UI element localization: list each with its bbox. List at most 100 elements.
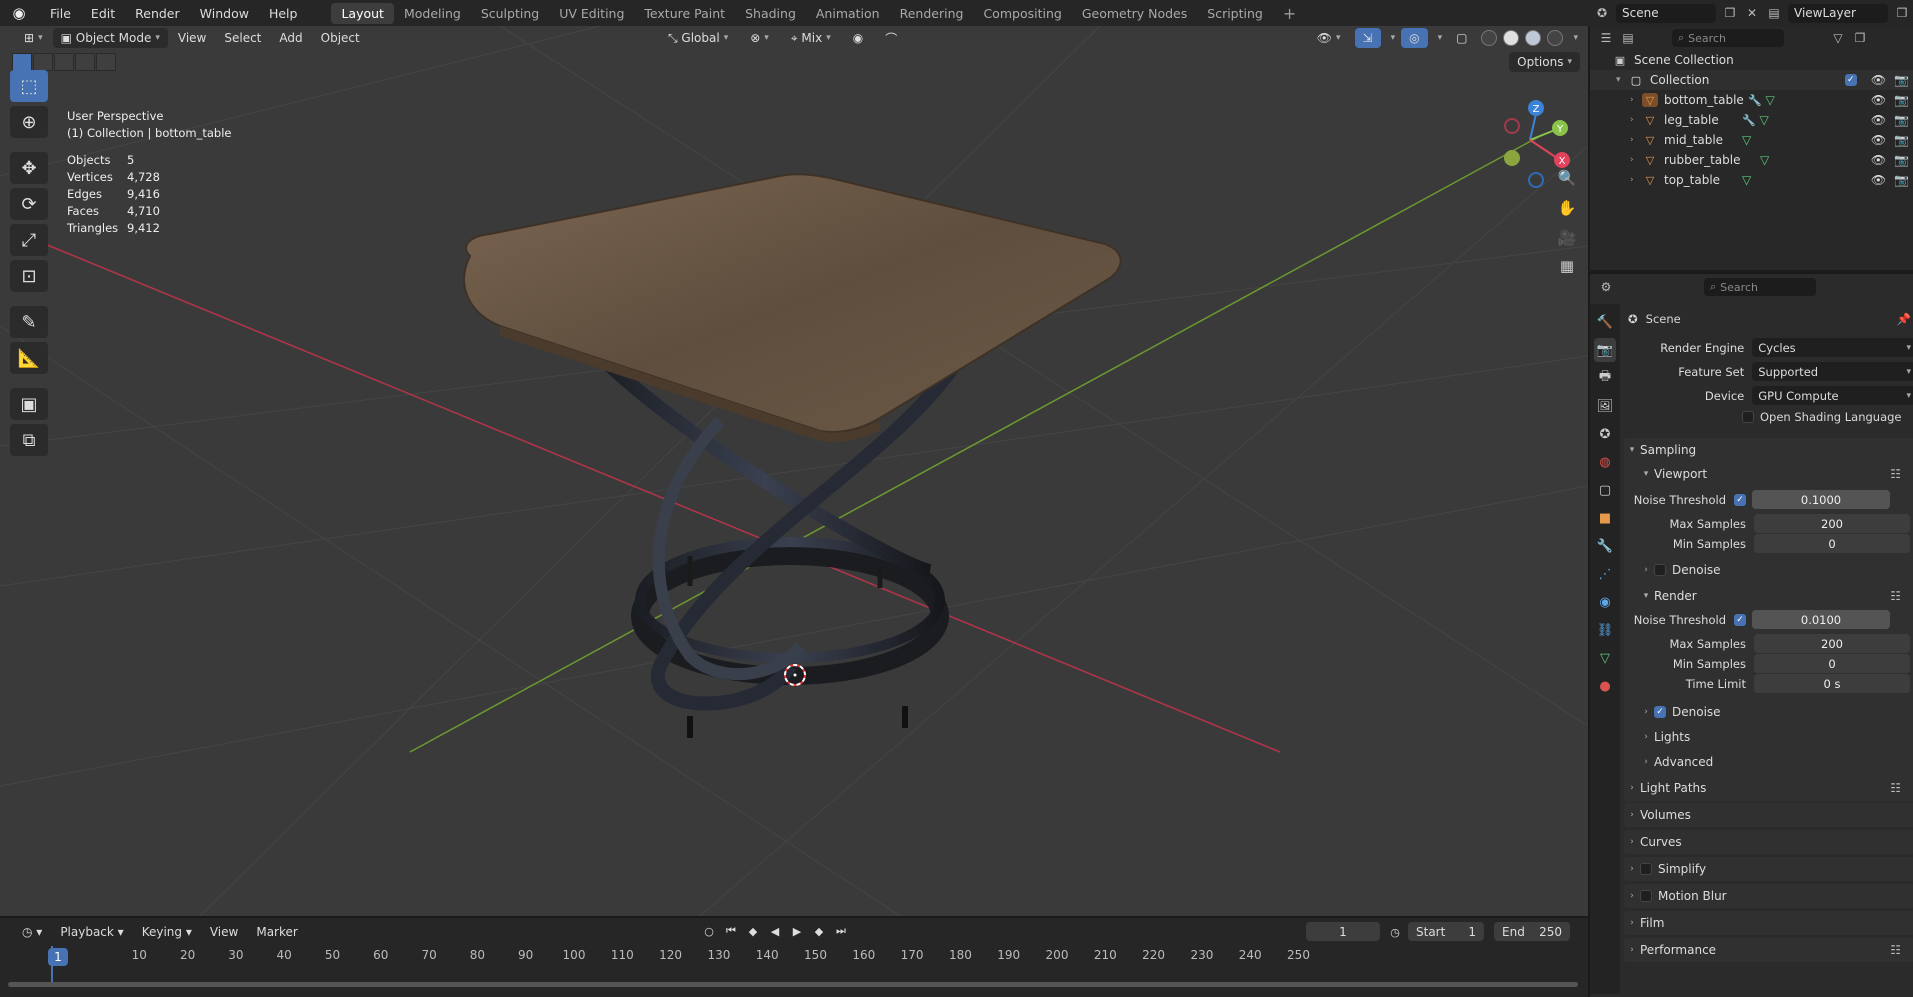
advanced-subpanel-header[interactable]: › Advanced — [1624, 750, 1913, 774]
modifier-wrench-icon[interactable]: 🔧 — [1742, 114, 1756, 127]
select-extend-icon[interactable] — [33, 53, 53, 71]
noise-threshold-checkbox[interactable]: ✓ — [1734, 493, 1746, 506]
add-cube-tool-icon[interactable]: ▣ — [10, 388, 48, 420]
viewport-denoise-checkbox[interactable] — [1654, 564, 1666, 576]
neg-x-axis-handle[interactable] — [1504, 118, 1520, 134]
data-tab-icon[interactable]: ▽ — [1594, 646, 1616, 670]
outliner-scene-collection[interactable]: ▣ Scene Collection — [1590, 50, 1913, 70]
tab-scripting[interactable]: Scripting — [1197, 3, 1273, 24]
prev-keyframe-icon[interactable]: ◆ — [744, 922, 762, 940]
display-mode-icon[interactable]: ▤ — [1620, 30, 1636, 46]
rendered-shading-icon[interactable] — [1547, 30, 1564, 46]
menu-help[interactable]: Help — [259, 6, 308, 21]
menu-marker[interactable]: Marker — [248, 925, 305, 939]
scale-tool-icon[interactable]: ⤢ — [10, 224, 48, 256]
viewport-denoise-header[interactable]: › Denoise — [1624, 558, 1913, 582]
jump-start-icon[interactable]: ⏮ — [722, 922, 740, 940]
overlay-toggle-icon[interactable]: ◎ — [1401, 28, 1428, 48]
zoom-icon[interactable]: 🔍 — [1554, 166, 1580, 190]
orientation-dropdown[interactable]: ⤡ Global ▾ — [660, 28, 736, 48]
blender-logo-icon[interactable]: ◉ — [8, 4, 30, 22]
snap-dropdown[interactable]: ⌖ Mix ▾ — [783, 28, 839, 48]
simplify-panel-header[interactable]: › Simplify — [1624, 857, 1913, 881]
render-engine-dropdown[interactable]: Cycles ▾ — [1752, 338, 1913, 357]
render-denoise-header[interactable]: › ✓ Denoise — [1624, 700, 1913, 724]
osl-checkbox[interactable] — [1742, 411, 1754, 423]
wireframe-shading-icon[interactable] — [1481, 30, 1498, 46]
add-workspace-icon[interactable]: + — [1273, 4, 1306, 23]
outliner-object-row[interactable]: › ▽ top_table ▽ 👁 📷 — [1590, 170, 1913, 190]
gizmo-toggle-icon[interactable]: ⇲ — [1354, 28, 1381, 48]
mesh-data-icon[interactable]: ▽ — [1742, 133, 1751, 147]
ortho-grid-icon[interactable]: ▦ — [1554, 254, 1580, 278]
new-view-layer-icon[interactable]: ❐ — [1894, 5, 1910, 21]
render-max-samples-field[interactable]: 200 — [1754, 634, 1910, 653]
visibility-eye-icon[interactable]: 👁 — [1871, 113, 1886, 127]
proportional-edit-icon[interactable]: ◉ — [845, 28, 871, 48]
scene-tab-icon[interactable]: ✪ — [1594, 422, 1616, 446]
timeline-scrollbar[interactable] — [8, 982, 1578, 987]
simplify-checkbox[interactable] — [1640, 863, 1652, 875]
move-tool-icon[interactable]: ✥ — [10, 152, 48, 184]
pan-hand-icon[interactable]: ✋ — [1554, 196, 1580, 220]
physics-tab-icon[interactable]: ◉ — [1594, 590, 1616, 614]
render-camera-icon[interactable]: 📷 — [1894, 113, 1909, 127]
frame-ruler[interactable]: 1102030405060708090100110120130140150160… — [6, 948, 1580, 972]
playhead-frame-label[interactable]: 1 — [48, 948, 68, 966]
new-collection-icon[interactable]: ❐ — [1852, 30, 1868, 46]
menu-view[interactable]: View — [170, 28, 214, 48]
menu-keying[interactable]: Keying ▾ — [134, 925, 200, 939]
outliner-collection[interactable]: ▾ ▢ Collection ✓ 👁 📷 — [1590, 70, 1913, 90]
neg-z-axis-handle[interactable] — [1528, 172, 1544, 188]
collapse-arrow-icon[interactable]: ▾ — [1616, 75, 1628, 85]
tool-tab-icon[interactable]: 🔨 — [1594, 310, 1616, 334]
visibility-eye-icon[interactable]: 👁 — [1871, 73, 1886, 87]
render-tab-icon[interactable]: 📷 — [1594, 338, 1616, 362]
device-dropdown[interactable]: GPU Compute ▾ — [1752, 386, 1913, 405]
tab-layout[interactable]: Layout — [331, 2, 394, 24]
mesh-data-icon[interactable]: ▽ — [1766, 93, 1775, 107]
light-paths-panel-header[interactable]: › Light Paths ☷ — [1624, 776, 1913, 800]
expand-arrow-icon[interactable]: › — [1630, 95, 1642, 105]
tab-sculpting[interactable]: Sculpting — [471, 3, 549, 24]
menu-object[interactable]: Object — [313, 28, 368, 48]
film-panel-header[interactable]: › Film — [1624, 911, 1913, 935]
auto-key-icon[interactable]: ○ — [700, 922, 718, 940]
viewport-max-samples-field[interactable]: 200 — [1754, 514, 1910, 533]
solid-shading-icon[interactable] — [1503, 30, 1520, 46]
current-frame-field[interactable]: 1 — [1306, 922, 1380, 941]
scene-icon[interactable]: ✪ — [1594, 5, 1610, 21]
next-keyframe-icon[interactable]: ◆ — [810, 922, 828, 940]
tab-modeling[interactable]: Modeling — [394, 3, 471, 24]
properties-editor-type-icon[interactable]: ⚙ — [1598, 279, 1614, 295]
transform-tool-icon[interactable]: ⊡ — [10, 260, 48, 292]
select-subtract-icon[interactable] — [54, 53, 74, 71]
render-noise-field[interactable]: 0.0100 — [1752, 610, 1890, 629]
particles-tab-icon[interactable]: ⋰ — [1594, 562, 1616, 586]
world-tab-icon[interactable]: ◍ — [1594, 450, 1616, 474]
render-subpanel-header[interactable]: ▾ Render ☷ — [1624, 584, 1913, 608]
lights-subpanel-header[interactable]: › Lights — [1624, 725, 1913, 749]
noise-threshold-checkbox[interactable]: ✓ — [1734, 613, 1746, 626]
exclude-checkbox[interactable]: ✓ — [1844, 74, 1857, 86]
visibility-icon[interactable]: 👁 ▾ — [1309, 28, 1349, 48]
performance-panel-header[interactable]: › Performance ☷ — [1624, 938, 1913, 962]
menu-select[interactable]: Select — [216, 28, 269, 48]
object-tab-icon[interactable]: ■ — [1594, 506, 1616, 530]
render-denoise-checkbox[interactable]: ✓ — [1654, 706, 1666, 718]
camera-view-icon[interactable]: 🎥 — [1554, 226, 1580, 250]
shading-options-icon[interactable]: ▾ — [1573, 33, 1578, 43]
visibility-eye-icon[interactable]: 👁 — [1871, 153, 1886, 167]
end-frame-field[interactable]: End 250 — [1494, 922, 1570, 941]
editor-type-icon[interactable]: ⊞ ▾ — [16, 28, 51, 48]
motion-blur-checkbox[interactable] — [1640, 890, 1652, 902]
visibility-eye-icon[interactable]: 👁 — [1871, 173, 1886, 187]
options-button[interactable]: Options ▾ — [1509, 52, 1580, 72]
neg-y-axis-handle[interactable] — [1504, 150, 1520, 166]
menu-file[interactable]: File — [40, 6, 81, 21]
render-camera-icon[interactable]: 📷 — [1894, 153, 1909, 167]
output-tab-icon[interactable]: 🖶 — [1594, 366, 1616, 390]
presets-list-icon[interactable]: ☷ — [1890, 943, 1901, 957]
sampling-panel-header[interactable]: ▾ Sampling — [1624, 438, 1913, 462]
outliner-object-row[interactable]: › ▽ bottom_table 🔧 ▽ 👁 📷 — [1590, 90, 1913, 110]
